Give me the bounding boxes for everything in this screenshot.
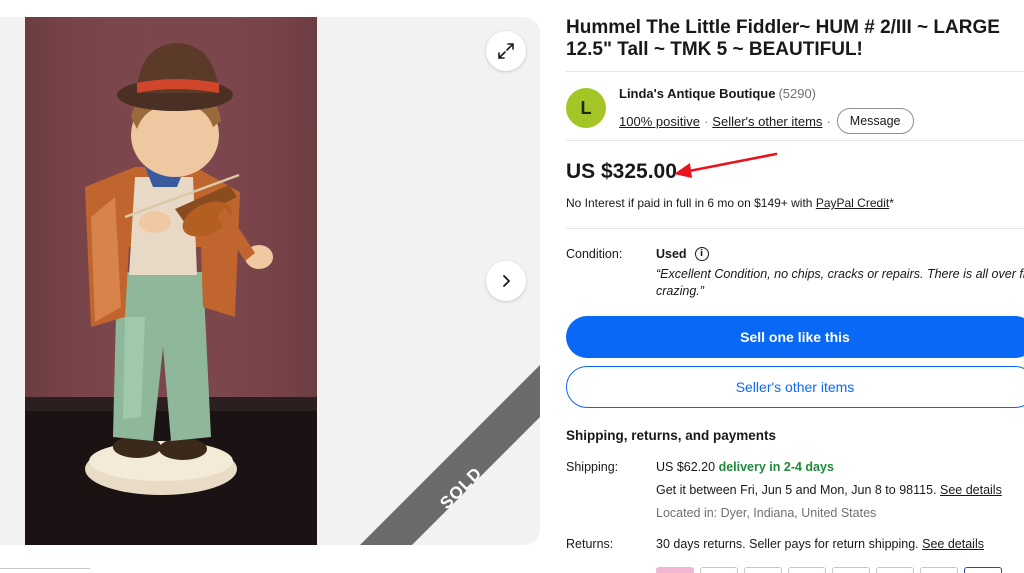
item-location: Located in: Dyer, Indiana, United States	[656, 506, 877, 520]
payment-icon	[788, 567, 826, 573]
positive-feedback-link[interactable]: 100% positive	[619, 114, 700, 129]
shipping-section-heading: Shipping, returns, and payments	[566, 428, 777, 443]
seller-feedback-count: (5290)	[778, 86, 817, 101]
chevron-right-icon	[503, 275, 510, 287]
returns-label: Returns:	[566, 537, 614, 551]
returns-text: 30 days returns. Seller pays for return …	[656, 537, 919, 551]
paypal-credit-link[interactable]: PayPal Credit	[816, 196, 889, 210]
divider	[566, 140, 1024, 141]
info-icon[interactable]: i	[694, 247, 709, 261]
condition-value-text: Used	[656, 247, 687, 261]
sellers-other-items-button[interactable]: Seller's other items	[566, 366, 1024, 408]
payment-icon	[876, 567, 914, 573]
shipping-label: Shipping:	[566, 460, 619, 474]
next-image-button[interactable]	[486, 261, 526, 301]
expand-icon	[498, 43, 514, 59]
product-photo[interactable]	[25, 17, 317, 545]
message-button[interactable]: Message	[836, 108, 914, 134]
payment-icon	[700, 567, 738, 573]
seller-name[interactable]: Linda's Antique Boutique (5290)	[619, 86, 816, 101]
payment-icon	[744, 567, 782, 573]
seller-other-items-link[interactable]: Seller's other items	[712, 114, 822, 129]
shipping-cost: US $62.20 delivery in 2-4 days	[656, 460, 834, 474]
annotation-arrow	[674, 152, 778, 178]
shipping-see-details-link[interactable]: See details	[940, 483, 1002, 497]
listing-title: Hummel The Little Fiddler~ HUM # 2/III ~…	[566, 17, 1000, 60]
returns-see-details-link[interactable]: See details	[922, 537, 984, 551]
thumbnail-strip[interactable]	[0, 568, 90, 573]
seller-avatar[interactable]: L	[566, 88, 606, 128]
payment-icon	[656, 567, 694, 573]
seller-name-text[interactable]: Linda's Antique Boutique	[619, 86, 775, 101]
delivery-estimate: delivery in 2-4 days	[718, 460, 834, 474]
sold-label: SOLD	[436, 463, 486, 513]
condition-value: Used i	[656, 247, 709, 261]
separator-dot: ·	[826, 113, 831, 129]
payment-icon	[964, 567, 1002, 573]
condition-description: “Excellent Condition, no chips, cracks o…	[656, 266, 1024, 300]
divider	[566, 228, 1024, 229]
shipping-cost-value: US $62.20	[656, 460, 716, 474]
financing-text-main: No Interest if paid in full in 6 mo on $…	[566, 196, 813, 210]
financing-suffix: *	[889, 196, 894, 210]
condition-description-line: “Excellent Condition, no chips, cracks o…	[656, 267, 1024, 281]
expand-button[interactable]	[486, 31, 526, 71]
delivery-window: Get it between Fri, Jun 5 and Mon, Jun 8…	[656, 483, 1002, 497]
condition-description-line: crazing.”	[656, 284, 704, 298]
separator-dot: ·	[703, 113, 709, 129]
delivery-window-text: Get it between Fri, Jun 5 and Mon, Jun 8…	[656, 483, 937, 497]
payment-methods	[656, 567, 1002, 573]
returns-policy: 30 days returns. Seller pays for return …	[656, 537, 984, 551]
image-gallery: SOLD	[0, 17, 540, 545]
seller-links: 100% positive · Seller's other items · M…	[619, 108, 914, 134]
financing-text: No Interest if paid in full in 6 mo on $…	[566, 196, 894, 210]
divider	[566, 71, 1024, 72]
payment-icon	[920, 567, 958, 573]
sell-one-like-this-button[interactable]: Sell one like this	[566, 316, 1024, 358]
payment-icon	[832, 567, 870, 573]
condition-label: Condition:	[566, 247, 623, 261]
